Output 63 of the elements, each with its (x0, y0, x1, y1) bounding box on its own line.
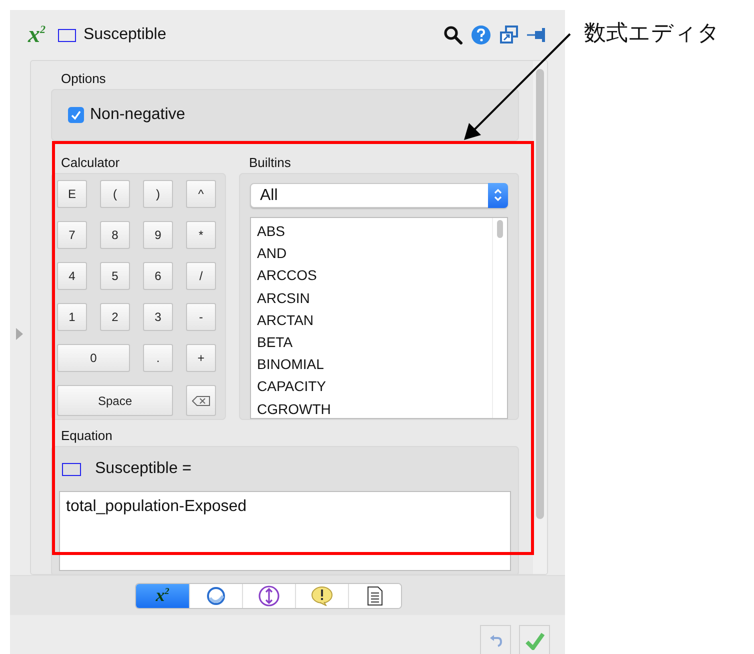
calculator-key[interactable]: 3 (143, 303, 173, 331)
calculator-key[interactable]: E (57, 180, 87, 208)
dropdown-arrows-icon (488, 182, 508, 208)
formula-logo: x$^{2}$ (28, 22, 46, 48)
calculator-key[interactable]: ( (100, 180, 130, 208)
equation-label: Equation (61, 428, 114, 443)
function-item[interactable]: ARCSIN (257, 286, 486, 309)
function-item[interactable]: ABS (257, 220, 486, 242)
expand-triangle-icon[interactable] (16, 328, 23, 340)
calculator-key[interactable]: 6 (143, 262, 173, 290)
calculator-key[interactable]: + (186, 344, 216, 372)
document-tab[interactable] (348, 584, 401, 608)
function-item[interactable]: AND (257, 242, 486, 264)
backspace-icon (192, 396, 210, 406)
stock-icon (62, 462, 81, 476)
windows-icon[interactable] (499, 25, 519, 45)
function-item[interactable]: BINOMIAL (257, 353, 486, 376)
calculator-key[interactable]: . (143, 344, 173, 372)
search-icon[interactable] (443, 25, 463, 45)
function-item[interactable]: ARCTAN (257, 308, 486, 331)
calculator-label: Calculator (61, 155, 121, 170)
calculator-key[interactable]: ^ (186, 180, 216, 208)
scrollbar-thumb[interactable] (536, 69, 544, 519)
apply-button[interactable] (519, 625, 550, 654)
pin-icon[interactable] (527, 25, 547, 45)
function-item[interactable]: CAPACITY (257, 375, 486, 398)
calculator-key[interactable]: 7 (57, 221, 87, 249)
calculator-key[interactable]: 2 (100, 303, 130, 331)
calculator-key[interactable]: 0 (57, 344, 130, 372)
calculator-key[interactable]: 4 (57, 262, 87, 290)
calculator-key[interactable]: 5 (100, 262, 130, 290)
window-title: Susceptible (84, 26, 166, 44)
builtins-label: Builtins (249, 155, 292, 170)
help-icon[interactable] (471, 25, 491, 45)
stock-icon (58, 28, 76, 42)
undo-button[interactable] (480, 625, 511, 654)
formula-tab[interactable]: x$^{2}$ (136, 584, 189, 608)
document-icon (367, 586, 383, 606)
backspace-key[interactable] (186, 385, 216, 416)
category-dropdown[interactable]: All (250, 183, 508, 208)
calculator-key[interactable]: * (186, 221, 216, 249)
checkmark-icon (524, 632, 544, 650)
equation-field[interactable]: total_population-Exposed (59, 491, 511, 571)
undo-icon (488, 634, 502, 648)
annotation-label: 数式エディタ (584, 20, 720, 48)
function-item[interactable]: ARCCOS (257, 264, 486, 287)
non-negative-checkbox[interactable] (68, 107, 84, 123)
list-scrollbar-thumb[interactable] (497, 220, 503, 238)
calculator-key[interactable]: Space (57, 385, 173, 416)
equation-lhs: Susceptible = (95, 460, 192, 478)
function-item[interactable]: BETA (257, 330, 486, 354)
vertical-arrows-icon (258, 584, 280, 606)
calculator-key[interactable]: 1 (57, 303, 87, 331)
warning-bubble-icon (311, 586, 333, 606)
calculator-key[interactable]: ) (143, 180, 173, 208)
calculator-key[interactable]: / (186, 262, 216, 290)
calculator-key[interactable]: 9 (143, 221, 173, 249)
function-item[interactable]: CGROWTH (257, 398, 486, 418)
calculator-key[interactable]: - (186, 303, 216, 331)
non-negative-label: Non-negative (90, 106, 186, 124)
calculator-key[interactable]: 8 (100, 221, 130, 249)
options-label: Options (61, 71, 107, 86)
circle-icon (206, 586, 226, 606)
